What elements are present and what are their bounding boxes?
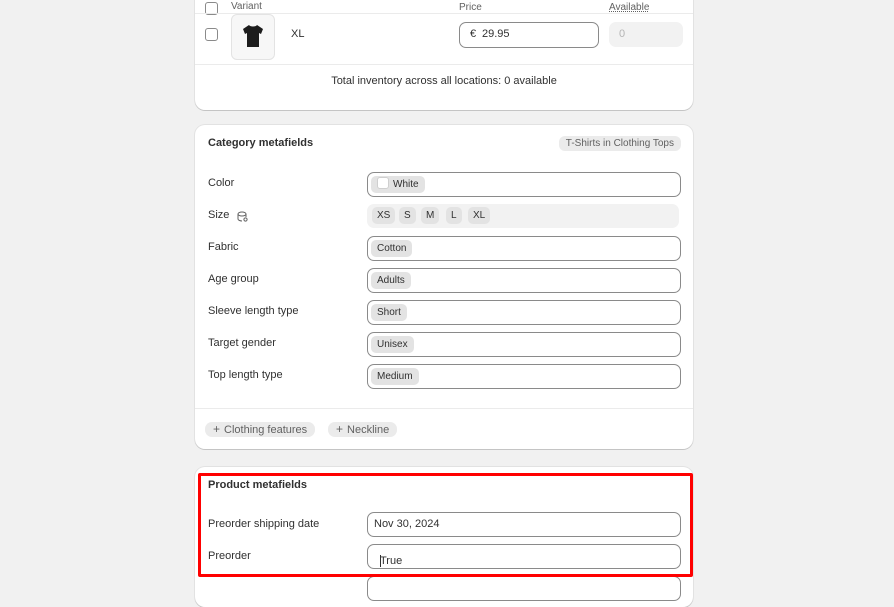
color-chip: White: [371, 176, 425, 193]
preorder-label: Preorder: [208, 550, 251, 562]
tshirt-icon: [243, 25, 263, 47]
target-gender-chip: Unisex: [371, 336, 414, 353]
size-field[interactable]: XS S M L XL: [367, 204, 679, 228]
fabric-chip: Cotton: [371, 240, 413, 257]
target-gender-field[interactable]: Unisex: [367, 332, 681, 357]
top-length-label: Top length type: [208, 369, 283, 381]
size-label: Size: [208, 209, 248, 222]
sleeve-length-chip: Short: [371, 304, 407, 321]
size-chip-xs: XS: [372, 207, 396, 224]
text-cursor: [380, 555, 381, 567]
age-group-chip: Adults: [371, 272, 411, 289]
size-chip-s: S: [399, 207, 416, 224]
available-column-header[interactable]: Available: [609, 2, 649, 13]
age-group-label: Age group: [208, 273, 259, 285]
plus-icon: +: [213, 422, 221, 436]
top-length-chip: Medium: [371, 368, 419, 385]
preorder-shipping-date-value: Nov 30, 2024: [374, 518, 440, 530]
available-value: 0: [619, 28, 626, 40]
available-input: 0: [609, 22, 683, 47]
size-chip-xl: XL: [468, 207, 491, 224]
preorder-shipping-date-label: Preorder shipping date: [208, 518, 320, 530]
price-column-header: Price: [459, 2, 482, 13]
variant-thumbnail[interactable]: [231, 14, 275, 60]
white-swatch-icon: [377, 177, 389, 189]
total-inventory-text: Total inventory across all locations: 0 …: [331, 75, 557, 87]
target-gender-label: Target gender: [208, 337, 276, 349]
fabric-label: Fabric: [208, 241, 239, 253]
color-field[interactable]: White: [367, 172, 681, 197]
linked-metafield-icon: [237, 211, 248, 222]
currency-symbol: €: [470, 28, 477, 40]
product-metafields-title: Product metafields: [208, 479, 308, 491]
variants-table-header: Variant Price Available: [195, 0, 693, 15]
plus-icon: +: [336, 422, 344, 436]
next-metafield-input[interactable]: [367, 576, 681, 601]
preorder-input[interactable]: True: [367, 544, 681, 569]
preorder-value: True: [380, 555, 403, 567]
category-badge: T-Shirts in Clothing Tops: [558, 136, 681, 151]
product-metafields-card: Product metafields Preorder shipping dat…: [195, 467, 693, 607]
size-chip-m: M: [421, 207, 440, 224]
color-label: Color: [208, 177, 235, 189]
variant-row-checkbox[interactable]: [205, 28, 218, 41]
top-length-field[interactable]: Medium: [367, 364, 681, 389]
variant-name[interactable]: XL: [291, 28, 304, 40]
sleeve-length-field[interactable]: Short: [367, 300, 681, 325]
price-value: 29.95: [482, 28, 510, 40]
category-card-footer: + Clothing features + Neckline: [195, 408, 693, 449]
size-chip-l: L: [446, 207, 462, 224]
category-metafields-title: Category metafields: [208, 137, 314, 149]
category-metafields-card: Category metafields T-Shirts in Clothing…: [195, 125, 693, 449]
variants-card: Variant Price Available XL € 29.95 0 Tot…: [195, 0, 693, 110]
age-group-field[interactable]: Adults: [367, 268, 681, 293]
variant-row[interactable]: XL € 29.95 0: [195, 13, 693, 65]
fabric-field[interactable]: Cotton: [367, 236, 681, 261]
add-clothing-features-button[interactable]: + Clothing features: [205, 422, 316, 437]
add-neckline-button[interactable]: + Neckline: [328, 422, 398, 437]
variant-column-header[interactable]: Variant: [231, 1, 262, 12]
sleeve-length-label: Sleeve length type: [208, 305, 299, 317]
preorder-shipping-date-input[interactable]: Nov 30, 2024: [367, 512, 681, 537]
price-input[interactable]: € 29.95: [459, 22, 599, 48]
